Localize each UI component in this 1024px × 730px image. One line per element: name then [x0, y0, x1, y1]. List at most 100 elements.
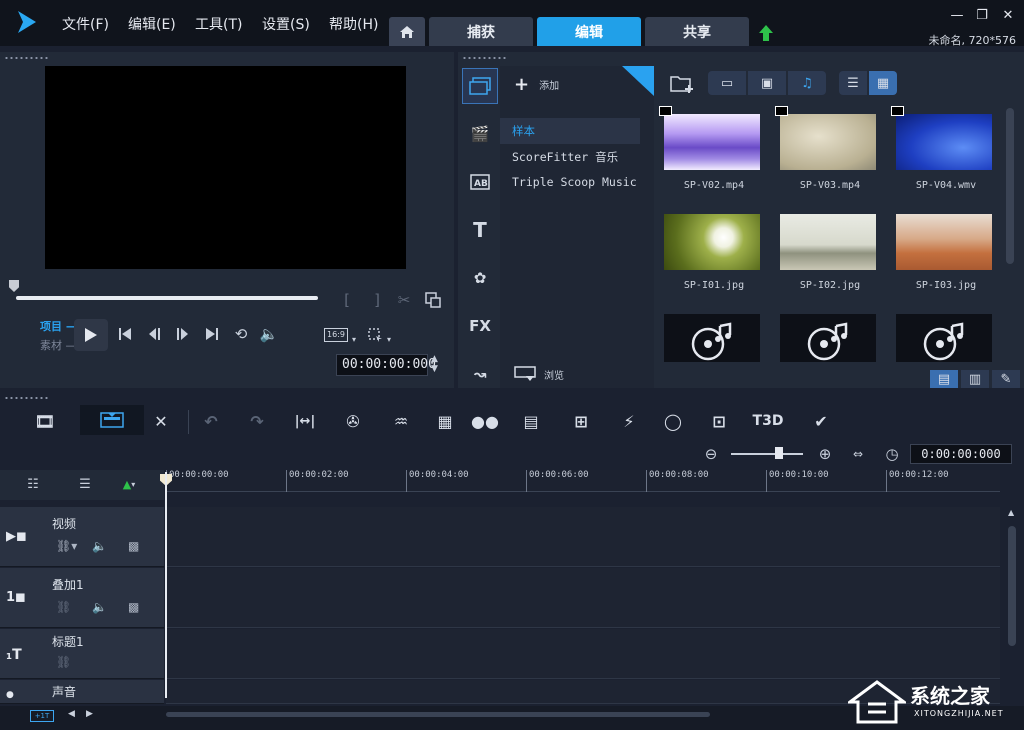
previous-frame-icon[interactable]	[147, 327, 163, 341]
volume-icon[interactable]: 🔈	[258, 324, 280, 344]
video-track-icon[interactable]: ▶◼	[6, 529, 27, 544]
thumbnail-view-icon[interactable]: ▦	[869, 71, 897, 95]
menu-help[interactable]: 帮助(H)	[329, 14, 378, 34]
panel-grip[interactable]	[4, 396, 50, 400]
track-row-video[interactable]	[166, 507, 1000, 567]
thumbnail-item[interactable]: SP-I03.jpg	[888, 204, 998, 300]
upload-arrow-icon[interactable]	[758, 24, 774, 42]
edit-options-icon[interactable]: ✎	[992, 370, 1020, 388]
crop-tool-icon[interactable]	[367, 327, 383, 343]
track-manager-icon[interactable]: ☷	[22, 475, 44, 493]
show-audio-icon[interactable]: ♫	[788, 71, 826, 95]
thumbnail-item[interactable]: SP-V04.wmv	[888, 104, 998, 200]
title-track-icon[interactable]: ₁T	[6, 647, 22, 663]
track-row-title[interactable]	[166, 629, 1000, 679]
scroll-right-icon[interactable]: ▶	[86, 709, 93, 719]
menu-tools[interactable]: 工具(T)	[195, 14, 242, 34]
link-icon[interactable]: ⛓	[56, 655, 71, 669]
zoom-slider-handle[interactable]	[775, 447, 783, 459]
scroll-left-icon[interactable]: ◀	[68, 709, 75, 719]
timeline-ruler[interactable]: 00:00:00:00 00:00:02:00 00:00:04:00 00:0…	[166, 470, 1000, 492]
undo-icon[interactable]: ↶	[196, 408, 226, 434]
thumbnail-item[interactable]: SP-V02.mp4	[656, 104, 766, 200]
scroll-up-icon[interactable]: ▲	[1008, 508, 1014, 517]
voice-track-icon[interactable]: ●	[6, 690, 14, 700]
menu-settings[interactable]: 设置(S)	[262, 14, 310, 34]
preview-timecode[interactable]: 00:00:00:000	[336, 354, 436, 376]
mute-icon[interactable]: 🔈	[92, 539, 107, 553]
scrubber-bar[interactable]	[16, 296, 318, 300]
ripple-icon[interactable]: ▩	[128, 539, 139, 553]
library-panel-icon[interactable]: ▤	[930, 370, 958, 388]
thumbnail-item[interactable]: SP-V03.mp4	[772, 104, 882, 200]
minimize-icon[interactable]: —	[947, 8, 967, 24]
filter-icon[interactable]: FX	[462, 308, 498, 344]
sound-mixer-icon[interactable]: ♒	[386, 408, 416, 434]
record-capture-icon[interactable]: ✇	[338, 408, 368, 434]
add-track-icon[interactable]: +1T	[30, 710, 54, 722]
chevron-down-icon[interactable]: ▾	[387, 335, 391, 344]
thumbnail-item[interactable]	[888, 304, 998, 362]
thumbnail-item[interactable]: SP-I02.jpg	[772, 204, 882, 300]
mark-in-icon[interactable]: [	[340, 290, 354, 310]
title-icon[interactable]: T	[462, 212, 498, 248]
timeline-vertical-scrollbar[interactable]	[1008, 526, 1016, 646]
blend-icon[interactable]: ●●	[470, 408, 500, 434]
chapter-cue-icon[interactable]: ☰	[74, 475, 96, 493]
fit-timeline-icon[interactable]: ⇔	[848, 444, 868, 464]
chevron-down-icon[interactable]: ▾	[352, 335, 356, 344]
title-3d-icon[interactable]: T3D	[750, 408, 786, 434]
go-to-end-icon[interactable]	[204, 327, 220, 341]
menu-file[interactable]: 文件(F)	[62, 14, 109, 34]
options-panel-icon[interactable]: ▥	[961, 370, 989, 388]
zoom-slider[interactable]	[731, 453, 803, 455]
next-frame-icon[interactable]	[174, 327, 190, 341]
redo-icon[interactable]: ↷	[242, 408, 272, 434]
mode-project[interactable]: 项目 —	[40, 318, 77, 334]
show-photo-icon[interactable]: ▣	[748, 71, 786, 95]
tools-icon[interactable]: ✕	[146, 408, 176, 434]
folder-item[interactable]: Triple Scoop Music	[500, 170, 640, 194]
scrubber-handle[interactable]	[9, 280, 19, 292]
multi-camera-icon[interactable]: ▦	[430, 408, 460, 434]
subtitle-editor-icon[interactable]: ▤	[516, 408, 546, 434]
motion-tracking-icon[interactable]: ⚡	[614, 408, 644, 434]
aspect-ratio-button[interactable]: 16:9	[324, 328, 348, 342]
tab-share[interactable]: 共享	[645, 17, 749, 46]
thumbnail-item[interactable]: SP-I01.jpg	[656, 204, 766, 300]
ripple-icon[interactable]: ▩	[128, 600, 139, 614]
library-scrollbar[interactable]	[1006, 108, 1014, 264]
link-icon[interactable]: ⛓▾	[56, 539, 77, 553]
list-view-icon[interactable]: ☰	[839, 71, 867, 95]
mute-icon[interactable]: 🔈	[92, 600, 107, 614]
link-icon[interactable]: ⛓	[56, 600, 71, 614]
repeat-icon[interactable]: ⟲	[230, 324, 252, 344]
show-video-icon[interactable]: ▭	[708, 71, 746, 95]
split-screen-icon[interactable]: ⊞	[566, 408, 596, 434]
thumbnail-item[interactable]	[656, 304, 766, 362]
folder-item[interactable]: 样本	[500, 118, 640, 144]
graphics-icon[interactable]: ✿	[462, 260, 498, 296]
overlay-track-icon[interactable]: 1◼	[6, 590, 26, 605]
home-button[interactable]	[389, 17, 425, 46]
panel-grip[interactable]	[4, 56, 50, 60]
restore-icon[interactable]: ❐	[972, 8, 992, 24]
mask-creator-icon[interactable]: ◯	[658, 408, 688, 434]
timeline-view-button[interactable]	[80, 405, 144, 435]
fit-project-icon[interactable]: |↔|	[290, 408, 320, 434]
go-to-start-icon[interactable]	[117, 327, 133, 341]
browse-button[interactable]: 浏览	[514, 366, 564, 382]
zoom-in-icon[interactable]: ⊕	[814, 444, 836, 464]
folder-item[interactable]: ScoreFitter 音乐	[500, 144, 640, 170]
timecode-stepper[interactable]: ▲ ▼	[431, 354, 438, 374]
project-duration-timecode[interactable]: 0:00:00:000	[910, 444, 1012, 464]
zoom-out-icon[interactable]: ⊖	[700, 444, 722, 464]
transition-icon[interactable]: AB	[462, 164, 498, 200]
close-icon[interactable]: ✕	[998, 8, 1018, 24]
media-category-icon[interactable]	[462, 68, 498, 104]
enlarge-preview-icon[interactable]	[425, 292, 441, 308]
import-media-icon[interactable]	[670, 74, 694, 94]
menu-edit[interactable]: 编辑(E)	[128, 14, 176, 34]
panel-grip[interactable]	[462, 56, 508, 60]
storyboard-view-icon[interactable]: 🎞	[30, 408, 60, 434]
